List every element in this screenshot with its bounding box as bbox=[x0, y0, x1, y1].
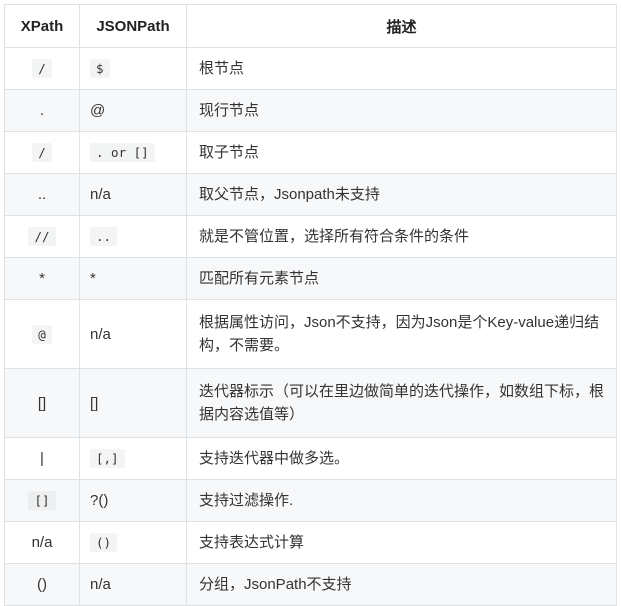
xpath-expression: () bbox=[37, 576, 47, 593]
jsonpath-cell: n/a bbox=[79, 173, 187, 216]
table-row: [] [] 迭代器标示（可以在里边做简单的迭代操作，如数组下标，根据内容选值等） bbox=[4, 368, 617, 438]
xpath-expression: / bbox=[32, 59, 52, 78]
xpath-cell: [] bbox=[4, 368, 80, 438]
jsonpath-cell: $ bbox=[79, 47, 187, 90]
xpath-cell: / bbox=[4, 131, 80, 174]
description-cell: 就是不管位置，选择所有符合条件的条件 bbox=[186, 215, 617, 258]
xpath-cell: . bbox=[4, 89, 80, 132]
xpath-cell: | bbox=[4, 437, 80, 480]
description-cell: 根节点 bbox=[186, 47, 617, 90]
xpath-cell: n/a bbox=[4, 521, 80, 564]
table-body: / $ 根节点. @ 现行节点 / . or [] 取子节点.. n/a 取父节点，Jsonpat… bbox=[4, 47, 617, 606]
jsonpath-cell: . or [] bbox=[79, 131, 187, 174]
table-row: / . or [] 取子节点 bbox=[4, 131, 617, 174]
xpath-expression: // bbox=[28, 227, 56, 246]
description-cell: 支持表达式计算 bbox=[186, 521, 617, 564]
jsonpath-cell: () bbox=[79, 521, 187, 564]
xpath-jsonpath-table: XPath JSONPath 描述 / $ 根节点. @ 现行节点 / . or [] 取子节… bbox=[4, 4, 617, 606]
jsonpath-expression: . or [] bbox=[90, 143, 155, 162]
jsonpath-expression: * bbox=[90, 270, 96, 287]
description-cell: 支持过滤操作. bbox=[186, 479, 617, 522]
table-row: //.. 就是不管位置，选择所有符合条件的条件 bbox=[4, 215, 617, 258]
xpath-cell: / bbox=[4, 47, 80, 90]
header-xpath: XPath bbox=[4, 4, 80, 48]
description-cell: 支持迭代器中做多选。 bbox=[186, 437, 617, 480]
table-header-row: XPath JSONPath 描述 bbox=[4, 4, 617, 48]
table-row: @ n/a 根据属性访问，Json不支持，因为Json是个Key-value递归结构… bbox=[4, 299, 617, 369]
table-row: / $ 根节点 bbox=[4, 47, 617, 90]
xpath-expression: / bbox=[32, 143, 52, 162]
xpath-cell: // bbox=[4, 215, 80, 258]
description-cell: 根据属性访问，Json不支持，因为Json是个Key-value递归结构，不需要… bbox=[186, 299, 617, 369]
jsonpath-expression: () bbox=[90, 533, 118, 552]
xpath-expression: . bbox=[39, 102, 45, 119]
jsonpath-expression: n/a bbox=[90, 576, 111, 593]
table-row: [] ?() 支持过滤操作. bbox=[4, 479, 617, 522]
jsonpath-cell: @ bbox=[79, 89, 187, 132]
description-cell: 取子节点 bbox=[186, 131, 617, 174]
header-jsonpath: JSONPath bbox=[79, 4, 187, 48]
xpath-expression: [] bbox=[37, 394, 47, 412]
jsonpath-expression: ?() bbox=[90, 492, 109, 509]
description-cell: 现行节点 bbox=[186, 89, 617, 132]
table-row: .. n/a 取父节点，Jsonpath未支持 bbox=[4, 173, 617, 216]
xpath-cell: () bbox=[4, 563, 80, 606]
description-cell: 迭代器标示（可以在里边做简单的迭代操作，如数组下标，根据内容选值等） bbox=[186, 368, 617, 438]
header-description: 描述 bbox=[186, 4, 617, 48]
description-cell: 分组，JsonPath不支持 bbox=[186, 563, 617, 606]
table-row: . @ 现行节点 bbox=[4, 89, 617, 132]
table-row: | [,] 支持迭代器中做多选。 bbox=[4, 437, 617, 480]
jsonpath-cell: * bbox=[79, 257, 187, 300]
xpath-cell: @ bbox=[4, 299, 80, 369]
xpath-expression: * bbox=[39, 270, 45, 287]
description-cell: 取父节点，Jsonpath未支持 bbox=[186, 173, 617, 216]
jsonpath-cell: [] bbox=[79, 368, 187, 438]
xpath-expression: .. bbox=[37, 186, 47, 203]
jsonpath-expression: [] bbox=[90, 394, 99, 412]
jsonpath-cell: ?() bbox=[79, 479, 187, 522]
table-row: n/a () 支持表达式计算 bbox=[4, 521, 617, 564]
jsonpath-cell: [,] bbox=[79, 437, 187, 480]
xpath-cell: * bbox=[4, 257, 80, 300]
table-row: * * 匹配所有元素节点 bbox=[4, 257, 617, 300]
jsonpath-cell: n/a bbox=[79, 563, 187, 606]
jsonpath-expression: n/a bbox=[90, 186, 111, 203]
jsonpath-expression: $ bbox=[90, 59, 110, 78]
xpath-cell: .. bbox=[4, 173, 80, 216]
xpath-expression: [] bbox=[28, 491, 56, 510]
xpath-cell: [] bbox=[4, 479, 80, 522]
table-row: () n/a 分组，JsonPath不支持 bbox=[4, 563, 617, 606]
description-cell: 匹配所有元素节点 bbox=[186, 257, 617, 300]
xpath-expression: n/a bbox=[31, 534, 53, 551]
jsonpath-expression: @ bbox=[90, 102, 106, 119]
jsonpath-cell: .. bbox=[79, 215, 187, 258]
jsonpath-expression: [,] bbox=[90, 449, 125, 468]
jsonpath-cell: n/a bbox=[79, 299, 187, 369]
xpath-expression: | bbox=[40, 450, 44, 467]
jsonpath-expression: n/a bbox=[90, 325, 111, 343]
jsonpath-expression: .. bbox=[90, 227, 118, 246]
xpath-expression: @ bbox=[32, 324, 52, 344]
